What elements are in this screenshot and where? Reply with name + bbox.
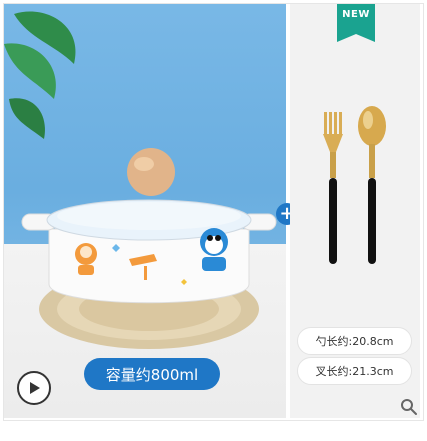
play-icon [30, 382, 40, 394]
spoon-length-spec: 勺长约:20.8cm [297, 327, 412, 355]
search-icon[interactable] [400, 398, 418, 416]
capacity-label-button[interactable]: 容量约800ml [84, 358, 220, 390]
fork-length-spec: 叉长约:21.3cm [297, 357, 412, 385]
product-photo[interactable]: 容量约800ml [4, 4, 286, 418]
ceramic-pot-illustration [21, 148, 277, 349]
play-video-button[interactable] [17, 371, 51, 405]
plant-leaves-decoration [4, 11, 76, 139]
fork-and-spoon-image[interactable] [310, 104, 400, 274]
new-badge-label: NEW [342, 9, 370, 20]
